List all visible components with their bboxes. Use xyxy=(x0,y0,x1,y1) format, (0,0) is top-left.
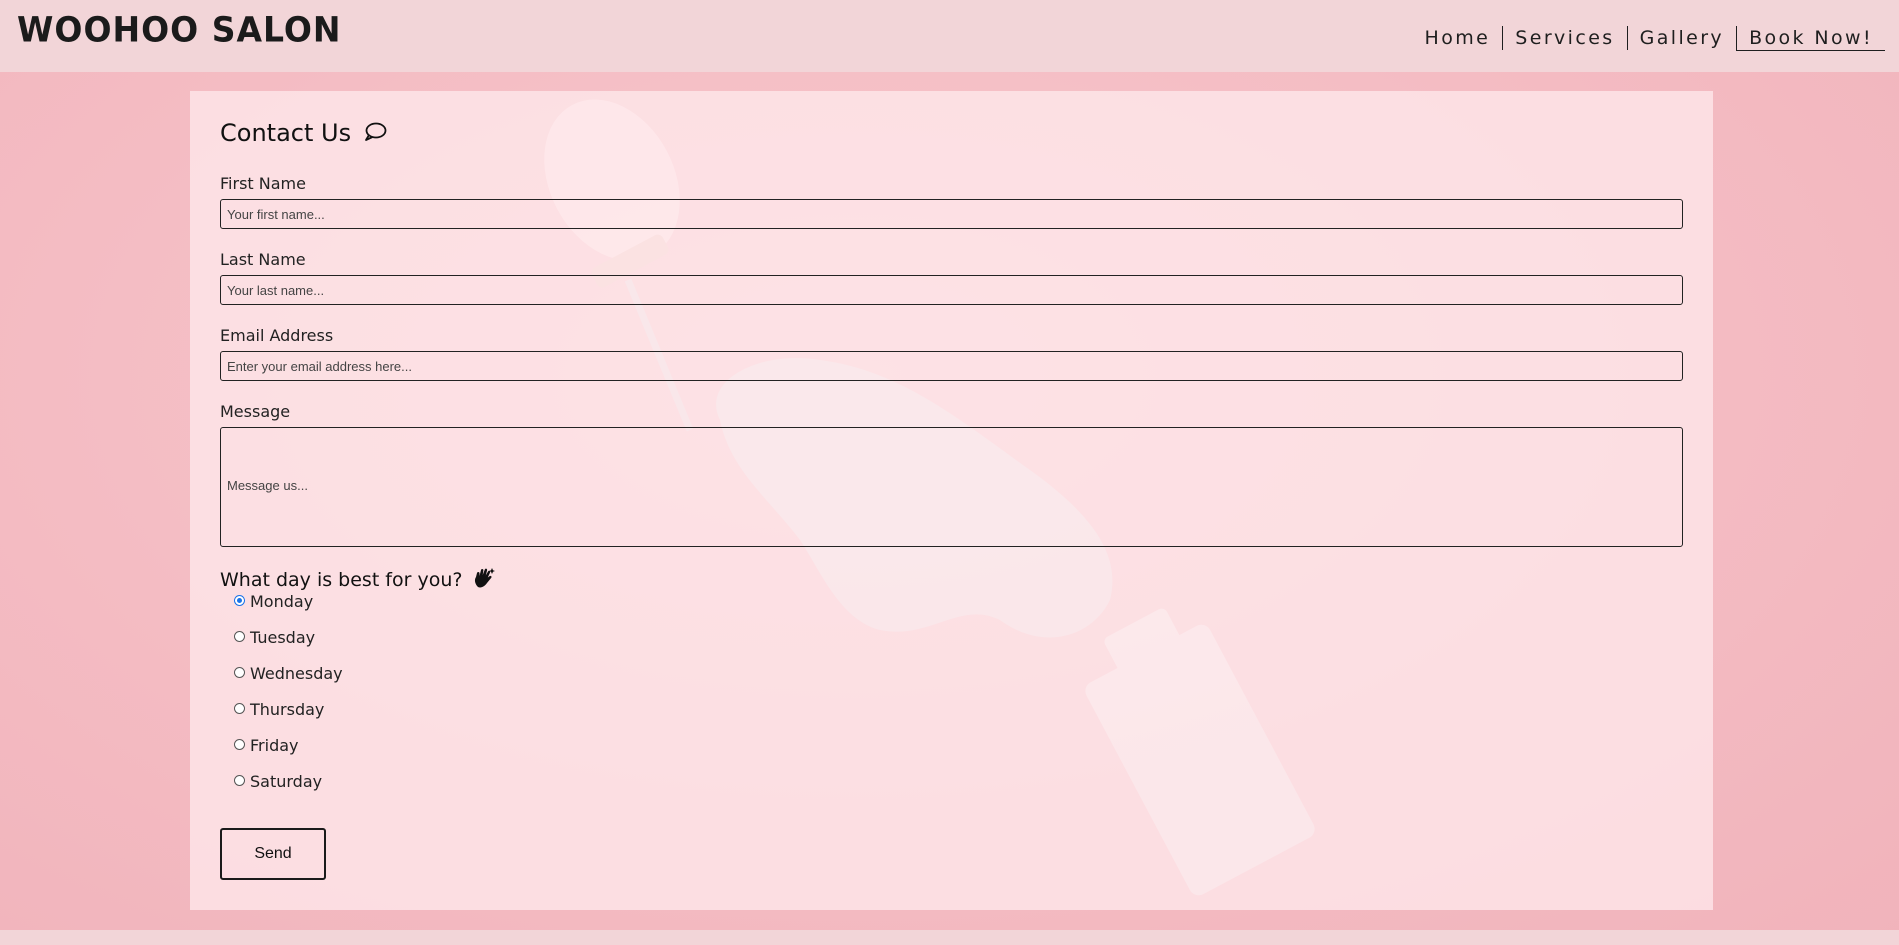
day-label: Thursday xyxy=(250,699,325,719)
day-option-friday[interactable]: Friday xyxy=(234,733,299,757)
footer-strip xyxy=(0,930,1899,945)
day-option-thursday[interactable]: Thursday xyxy=(234,697,324,721)
last-name-field[interactable] xyxy=(220,275,1683,305)
send-button[interactable]: Send xyxy=(220,828,326,880)
day-label: Wednesday xyxy=(250,663,343,683)
day-label: Saturday xyxy=(250,771,323,791)
radio-monday[interactable] xyxy=(234,594,245,606)
email-field[interactable] xyxy=(220,351,1683,381)
email-label: Email Address xyxy=(220,326,334,345)
nav-home[interactable]: Home xyxy=(1413,26,1503,50)
speech-bubble-icon xyxy=(363,121,387,149)
day-question-text: What day is best for you? xyxy=(220,569,463,591)
radio-wednesday[interactable] xyxy=(234,666,245,678)
radio-tuesday[interactable] xyxy=(234,630,245,642)
site-logo[interactable]: WOOHOO SALON xyxy=(17,9,342,50)
nav-gallery[interactable]: Gallery xyxy=(1626,26,1736,50)
waving-hand-icon xyxy=(472,567,496,594)
day-label: Monday xyxy=(250,591,314,611)
radio-friday[interactable] xyxy=(234,738,245,750)
site-header: WOOHOO SALON Home Services Gallery Book … xyxy=(0,0,1899,72)
message-label: Message xyxy=(220,402,291,421)
main-nav: Home Services Gallery Book Now! xyxy=(1413,25,1885,51)
day-option-wednesday[interactable]: Wednesday xyxy=(234,661,343,685)
contact-title-text: Contact Us xyxy=(220,119,352,147)
message-textarea[interactable] xyxy=(220,427,1683,547)
day-label: Tuesday xyxy=(250,627,316,647)
first-name-label: First Name xyxy=(220,174,306,193)
contact-title: Contact Us xyxy=(220,119,387,149)
radio-saturday[interactable] xyxy=(234,774,245,786)
day-option-saturday[interactable]: Saturday xyxy=(234,769,322,793)
first-name-field[interactable] xyxy=(220,199,1683,229)
radio-thursday[interactable] xyxy=(234,702,245,714)
nav-book-now[interactable]: Book Now! xyxy=(1736,25,1885,51)
day-option-tuesday[interactable]: Tuesday xyxy=(234,625,315,649)
contact-card: Contact Us First Name Last Name Email Ad… xyxy=(190,91,1713,910)
day-option-monday[interactable]: Monday xyxy=(234,589,313,613)
day-label: Friday xyxy=(250,735,299,755)
nav-services[interactable]: Services xyxy=(1502,26,1626,50)
last-name-label: Last Name xyxy=(220,250,306,269)
